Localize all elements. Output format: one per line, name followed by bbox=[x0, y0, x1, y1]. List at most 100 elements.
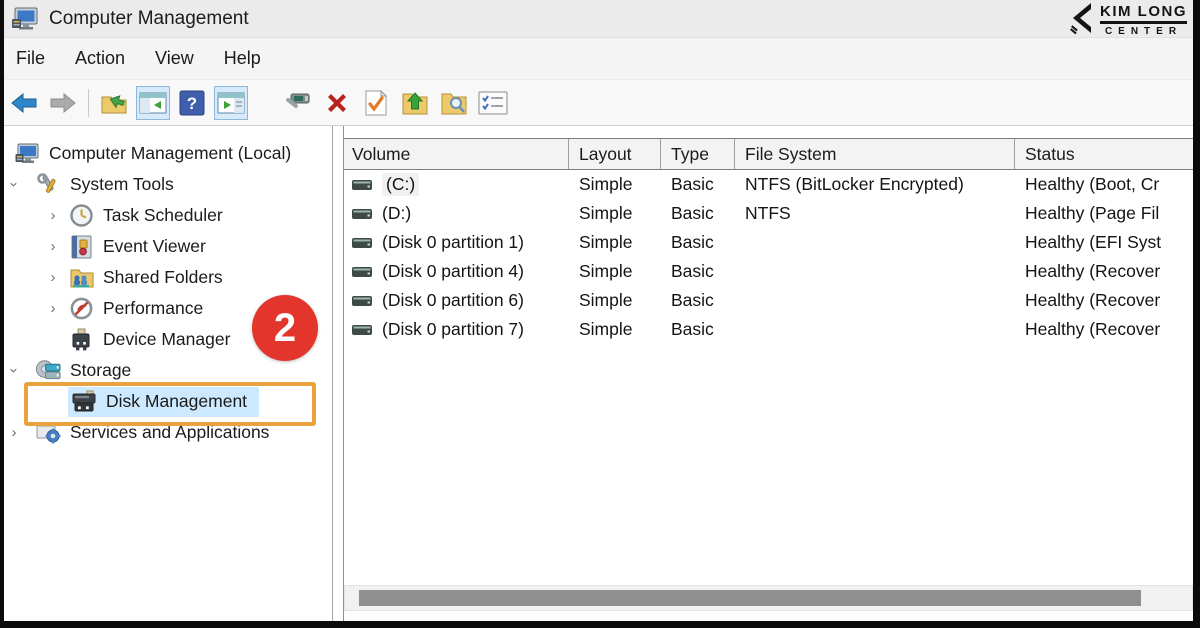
brand-chevron-icon bbox=[1069, 3, 1095, 37]
tree-item-event-viewer[interactable]: › Event Viewer bbox=[4, 231, 332, 262]
volume-icon bbox=[352, 267, 372, 277]
disk-tools-icon bbox=[283, 92, 313, 114]
show-action-pane-button[interactable] bbox=[214, 86, 248, 120]
brand-name: KIM LONG bbox=[1100, 3, 1187, 24]
type-value: Basic bbox=[661, 174, 735, 195]
menu-view[interactable]: View bbox=[140, 42, 209, 75]
tree-item-task-scheduler[interactable]: › Task Scheduler bbox=[4, 200, 332, 231]
title-bar: Computer Management KIM LONG CENTER bbox=[4, 0, 1193, 38]
layout-value: Simple bbox=[569, 261, 661, 282]
folder-up-arrow-icon bbox=[401, 90, 429, 116]
tree-item-disk-management[interactable]: Disk Management bbox=[4, 386, 332, 417]
toolbar-separator bbox=[88, 89, 89, 117]
scrollbar-thumb[interactable] bbox=[359, 590, 1141, 606]
volume-icon bbox=[352, 238, 372, 248]
performance-icon bbox=[68, 297, 94, 321]
screenshot-frame: Computer Management KIM LONG CENTER File… bbox=[0, 0, 1200, 628]
table-row[interactable]: (Disk 0 partition 1) Simple Basic Health… bbox=[344, 228, 1193, 257]
folder-up-button[interactable] bbox=[398, 86, 432, 120]
folder-search-icon bbox=[440, 90, 468, 116]
export-folder-icon bbox=[100, 91, 128, 115]
type-value: Basic bbox=[661, 203, 735, 224]
volume-label: (C:) bbox=[382, 173, 419, 196]
column-header-layout[interactable]: Layout bbox=[569, 139, 661, 169]
delete-button[interactable] bbox=[320, 86, 354, 120]
table-row[interactable]: (Disk 0 partition 7) Simple Basic Health… bbox=[344, 315, 1193, 344]
computer-management-app-icon bbox=[11, 6, 39, 32]
folder-search-button[interactable] bbox=[437, 86, 471, 120]
device-manager-icon bbox=[68, 328, 94, 352]
tree-item-label: Performance bbox=[103, 298, 203, 319]
volume-listview: Volume Layout Type File System Status (C… bbox=[344, 138, 1193, 344]
volume-label: (Disk 0 partition 4) bbox=[382, 261, 524, 282]
layout-value: Simple bbox=[569, 232, 661, 253]
volume-label: (Disk 0 partition 7) bbox=[382, 319, 524, 340]
tree-item-label: System Tools bbox=[70, 174, 174, 195]
column-header-type[interactable]: Type bbox=[661, 139, 735, 169]
status-value: Healthy (Recover bbox=[1015, 319, 1193, 340]
status-value: Healthy (EFI Syst bbox=[1015, 232, 1193, 253]
tree-item-system-tools[interactable]: › System Tools bbox=[4, 169, 332, 200]
chevron-right-icon[interactable]: › bbox=[7, 425, 21, 440]
table-row[interactable]: (Disk 0 partition 6) Simple Basic Health… bbox=[344, 286, 1193, 315]
menu-help[interactable]: Help bbox=[209, 42, 276, 75]
tree-item-computer-management[interactable]: Computer Management (Local) bbox=[4, 138, 332, 169]
volume-list-pane: Volume Layout Type File System Status (C… bbox=[343, 126, 1193, 621]
menu-file[interactable]: File bbox=[12, 42, 60, 75]
table-row[interactable]: (C:) Simple Basic NTFS (BitLocker Encryp… bbox=[344, 170, 1193, 199]
chevron-right-icon[interactable]: › bbox=[46, 208, 60, 223]
svg-text:?: ? bbox=[187, 94, 197, 113]
volume-icon bbox=[352, 180, 372, 190]
menu-action[interactable]: Action bbox=[60, 42, 140, 75]
chevron-right-icon[interactable]: › bbox=[46, 270, 60, 285]
tree-item-label: Shared Folders bbox=[103, 267, 223, 288]
status-value: Healthy (Recover bbox=[1015, 261, 1193, 282]
disk-tools-button[interactable] bbox=[281, 86, 315, 120]
disk-management-icon bbox=[71, 390, 97, 414]
volume-icon bbox=[352, 296, 372, 306]
brand-subname: CENTER bbox=[1105, 26, 1182, 37]
action-pane-icon bbox=[217, 92, 245, 114]
help-button[interactable]: ? bbox=[175, 86, 209, 120]
forward-button[interactable] bbox=[46, 86, 80, 120]
help-icon: ? bbox=[179, 90, 205, 116]
storage-icon bbox=[35, 359, 61, 383]
volume-label: (Disk 0 partition 6) bbox=[382, 290, 524, 311]
chevron-down-icon[interactable]: › bbox=[7, 178, 22, 192]
file-system-value: NTFS (BitLocker Encrypted) bbox=[735, 174, 1015, 195]
column-header-status[interactable]: Status bbox=[1015, 139, 1193, 169]
chevron-right-icon[interactable]: › bbox=[46, 301, 60, 316]
layout-value: Simple bbox=[569, 290, 661, 311]
horizontal-scrollbar[interactable] bbox=[344, 585, 1193, 611]
tree-item-label: Device Manager bbox=[103, 329, 230, 350]
window-title: Computer Management bbox=[49, 8, 249, 30]
tree-item-shared-folders[interactable]: › Shared Folders bbox=[4, 262, 332, 293]
volume-label: (Disk 0 partition 1) bbox=[382, 232, 524, 253]
services-gear-icon bbox=[35, 421, 61, 445]
tree-item-label: Disk Management bbox=[106, 391, 247, 412]
export-list-button[interactable] bbox=[97, 86, 131, 120]
toolbar: ? bbox=[4, 79, 1193, 126]
chevron-down-icon[interactable]: › bbox=[7, 364, 22, 378]
table-row[interactable]: (D:) Simple Basic NTFS Healthy (Page Fil bbox=[344, 199, 1193, 228]
column-header-file-system[interactable]: File System bbox=[735, 139, 1015, 169]
forward-arrow-icon bbox=[49, 93, 77, 113]
validate-button[interactable] bbox=[359, 86, 393, 120]
back-arrow-icon bbox=[10, 93, 38, 113]
selected-tree-item: Disk Management bbox=[68, 387, 259, 417]
listview-header: Volume Layout Type File System Status bbox=[344, 138, 1193, 170]
tree-item-services-and-applications[interactable]: › Services and Applications bbox=[4, 417, 332, 448]
volume-label: (D:) bbox=[382, 203, 411, 224]
properties-list-icon bbox=[478, 91, 508, 115]
layout-value: Simple bbox=[569, 203, 661, 224]
show-console-tree-button[interactable] bbox=[136, 86, 170, 120]
table-row[interactable]: (Disk 0 partition 4) Simple Basic Health… bbox=[344, 257, 1193, 286]
type-value: Basic bbox=[661, 261, 735, 282]
properties-button[interactable] bbox=[476, 86, 510, 120]
pane-splitter[interactable] bbox=[333, 126, 343, 621]
chevron-right-icon[interactable]: › bbox=[46, 239, 60, 254]
console-tree-icon bbox=[139, 92, 167, 114]
back-button[interactable] bbox=[7, 86, 41, 120]
tree-item-label: Computer Management (Local) bbox=[49, 143, 291, 164]
column-header-volume[interactable]: Volume bbox=[344, 139, 569, 169]
